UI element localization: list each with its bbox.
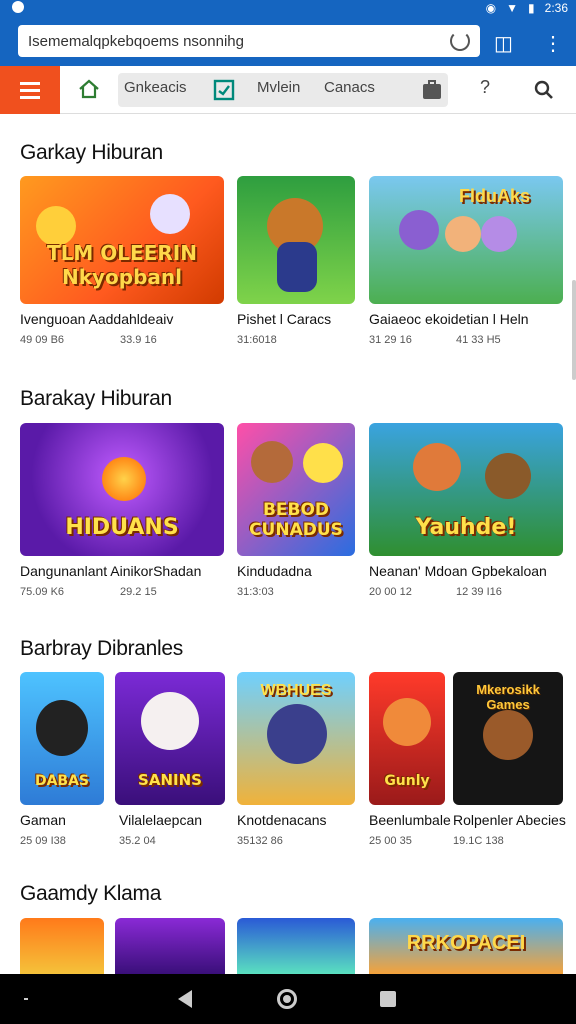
section-title-2: Barakay Hiburan xyxy=(20,387,172,410)
hamburger-menu-button[interactable] xyxy=(0,66,60,114)
notification-icon xyxy=(12,1,24,13)
game-meta: 35132 86 xyxy=(237,835,283,847)
url-text: Isememalqpkebqoems nsonnihg xyxy=(28,32,244,50)
game-caption[interactable]: Gaiaeoc ekoidetian l Heln xyxy=(369,311,529,327)
status-time: 2:36 xyxy=(544,1,568,15)
game-card-3-5[interactable]: Mkerosikk Games xyxy=(453,672,563,805)
game-card-2-3[interactable]: Yauhde! xyxy=(369,423,563,556)
game-art-title: TLM OLEERIN Nkyopbanl xyxy=(47,240,197,289)
game-caption[interactable]: Knotdenacans xyxy=(237,812,327,828)
back-icon[interactable] xyxy=(178,990,192,1008)
game-meta: 75.09 K6 xyxy=(20,586,65,598)
nav-indicator xyxy=(24,998,28,1000)
game-card-3-1[interactable]: DABAS xyxy=(20,672,104,805)
game-meta: 31 29 16 xyxy=(369,334,412,346)
game-card-2-1[interactable]: HIDUANS xyxy=(20,423,224,556)
game-card-3-2[interactable]: SANINS xyxy=(115,672,225,805)
game-card-4-3[interactable] xyxy=(237,918,355,974)
game-caption[interactable]: Neanan' Mdoan Gpbekaloan xyxy=(369,563,547,579)
game-meta: 41 33 H5 xyxy=(456,334,501,346)
game-card-4-2[interactable] xyxy=(115,918,225,974)
game-card-1-2[interactable] xyxy=(237,176,355,304)
tab-canacs[interactable]: Canacs xyxy=(324,79,375,96)
shield-icon[interactable]: ◫ xyxy=(494,31,513,56)
game-card-1-3[interactable]: FlduAks xyxy=(369,176,563,304)
nav-tabs: Gnkeacis Mvlein Canacs ? xyxy=(0,66,576,114)
system-nav-bar xyxy=(0,974,576,1024)
url-field[interactable]: Isememalqpkebqoems nsonnihg xyxy=(18,25,480,57)
game-caption[interactable]: Rolpenler Abecies xyxy=(453,812,566,828)
game-card-2-2[interactable]: BEBOD CUNADUS xyxy=(237,423,355,556)
more-vert-icon[interactable]: ⋮ xyxy=(543,31,563,56)
section-title-3: Barbray Dibranles xyxy=(20,637,183,660)
game-caption[interactable]: Beenlumbale xyxy=(369,812,451,828)
scrollbar[interactable] xyxy=(572,280,576,380)
home-icon[interactable] xyxy=(78,78,100,100)
game-meta: 31:6018 xyxy=(237,334,277,346)
browser-toolbar: Isememalqpkebqoems nsonnihg ◫ ⋮ xyxy=(0,16,576,66)
briefcase-icon[interactable] xyxy=(421,79,443,101)
reload-icon[interactable] xyxy=(450,31,470,51)
game-meta: 29.2 15 xyxy=(120,586,157,598)
game-art-title: SANINS xyxy=(138,771,202,790)
game-card-3-4[interactable]: Gunly xyxy=(369,672,445,805)
alarm-icon: ◉ xyxy=(485,1,497,15)
game-card-4-4[interactable]: RRKOPACEI xyxy=(369,918,563,974)
game-meta: 35.2 04 xyxy=(119,835,156,847)
game-meta: 49 09 B6 xyxy=(20,334,65,346)
battery-icon: ▮ xyxy=(528,1,535,15)
tab-mvlein[interactable]: Mvlein xyxy=(257,79,300,96)
search-icon[interactable] xyxy=(533,79,555,101)
game-meta: 31:3:03 xyxy=(237,586,274,598)
game-art-title: Yauhde! xyxy=(415,515,517,541)
game-art-title: FlduAks xyxy=(459,186,531,206)
home-button-icon[interactable] xyxy=(277,989,297,1009)
game-meta: 20 00 12 xyxy=(369,586,412,598)
game-caption[interactable]: Vilalelaepcan xyxy=(119,812,202,828)
game-caption[interactable]: Dangunanlant AinikorShadan xyxy=(20,563,201,579)
game-card-4-1[interactable] xyxy=(20,918,104,974)
game-art-title: DABAS xyxy=(34,773,90,790)
help-icon[interactable]: ? xyxy=(480,77,490,98)
checkbox-icon[interactable] xyxy=(213,79,235,101)
game-card-1-1[interactable]: TLM OLEERIN Nkyopbanl xyxy=(20,176,224,304)
game-caption[interactable]: Pishet l Caracs xyxy=(237,311,331,327)
wifi-icon: ▼ xyxy=(506,1,519,15)
game-meta: 33.9 16 xyxy=(120,334,157,346)
game-caption[interactable]: Ivenguoan Aaddahldeaiv xyxy=(20,311,173,327)
section-title-4: Gaamdy Klama xyxy=(20,882,162,905)
game-art-title: HIDUANS xyxy=(65,515,179,541)
game-art-title: RRKOPACEI xyxy=(406,932,526,954)
status-bar: ◉ ▼ ▮ 2:36 xyxy=(0,0,576,16)
game-caption[interactable]: Gaman xyxy=(20,812,66,828)
game-art-title: Gunly xyxy=(384,773,430,790)
game-card-3-3[interactable]: WBHUES xyxy=(237,672,355,805)
game-meta: 25 09 I38 xyxy=(20,835,66,847)
game-art-title: Mkerosikk Games xyxy=(476,682,540,712)
game-art-title: BEBOD CUNADUS xyxy=(249,500,343,541)
section-title-1: Garkay Hiburan xyxy=(20,141,163,164)
game-meta: 19.1C 138 xyxy=(453,835,504,847)
tab-gnkeacis[interactable]: Gnkeacis xyxy=(124,79,187,96)
game-caption[interactable]: Kindudadna xyxy=(237,563,312,579)
game-meta: 12 39 I16 xyxy=(456,586,502,598)
game-meta: 25 00 35 xyxy=(369,835,412,847)
game-art-title: WBHUES xyxy=(260,682,332,699)
recent-apps-icon[interactable] xyxy=(380,991,396,1007)
